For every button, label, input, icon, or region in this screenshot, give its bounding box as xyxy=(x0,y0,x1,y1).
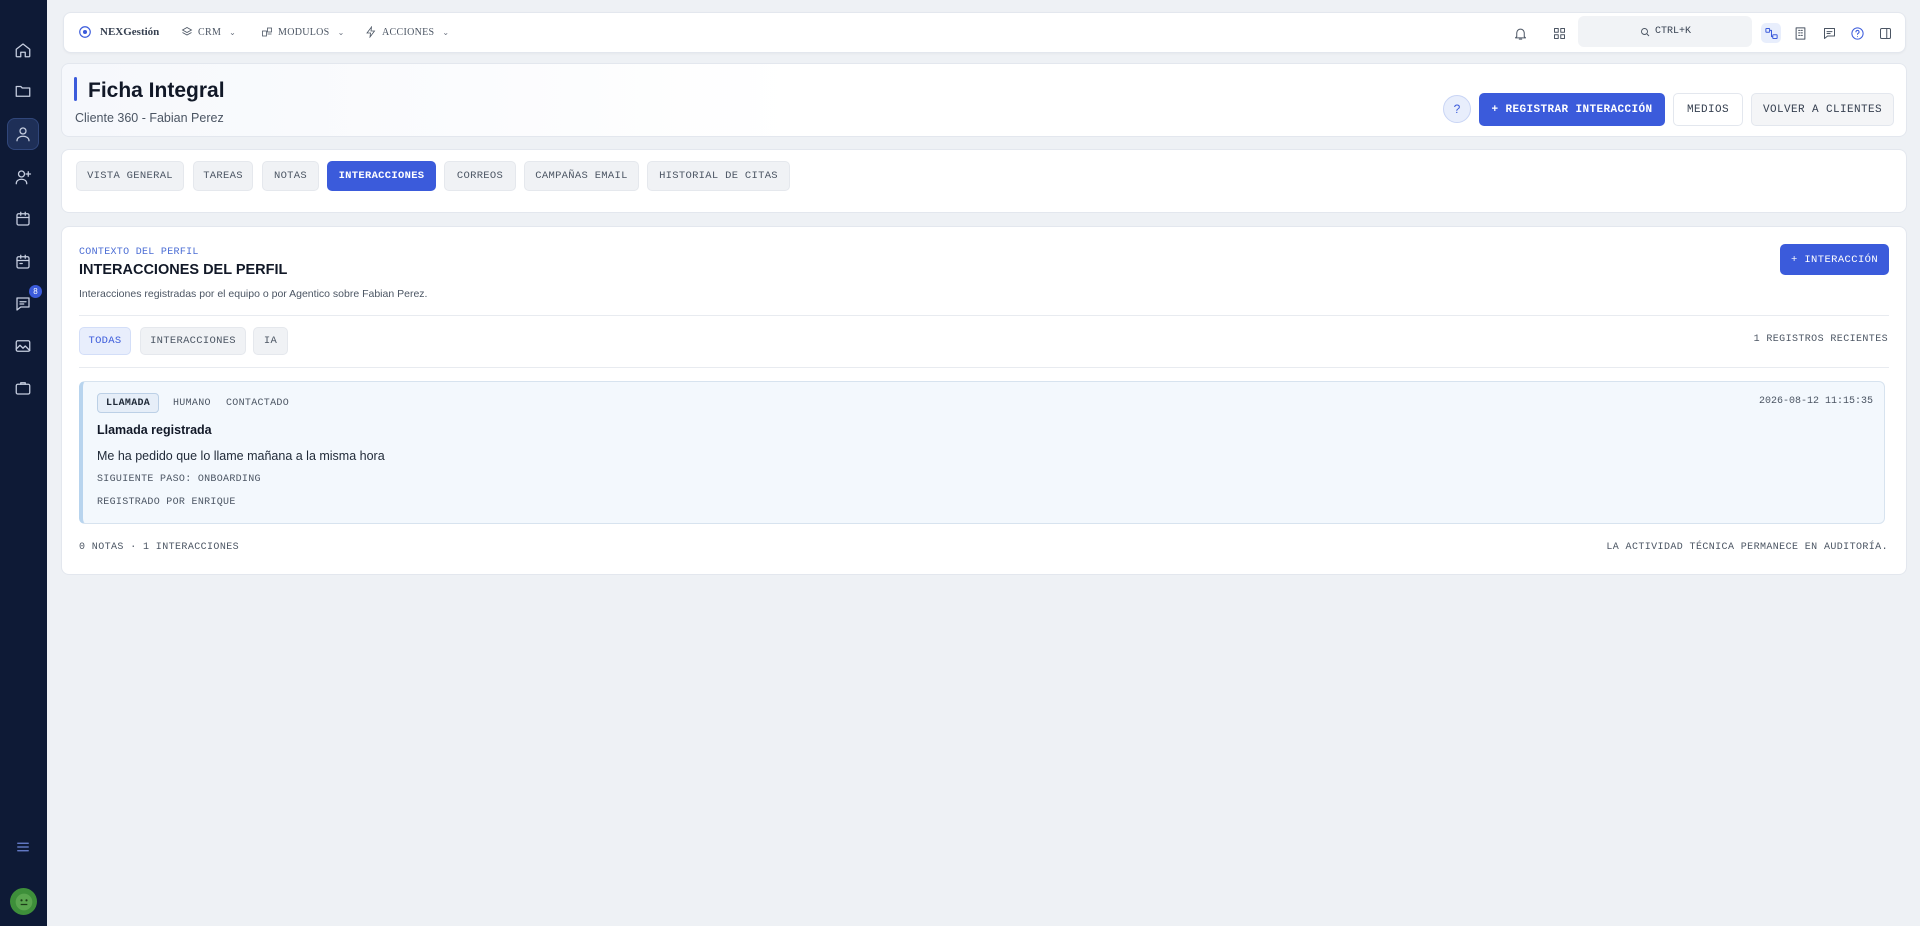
divider xyxy=(79,367,1889,368)
sidebar: 8 xyxy=(0,0,47,926)
interactions-panel: CONTEXTO DEL PERFIL INTERACCIONES DEL PE… xyxy=(61,226,1907,575)
bolt-icon xyxy=(366,26,376,38)
tab-interacciones[interactable]: INTERACCIONES xyxy=(327,161,436,191)
page-subtitle: Cliente 360 - Fabian Perez xyxy=(75,111,224,125)
logo-icon xyxy=(79,26,91,38)
sidebar-item-home[interactable] xyxy=(7,34,39,66)
messages-button[interactable] xyxy=(1819,23,1839,43)
top-bar: NEXGestión CRM ⌄ MODULOS ⌄ ACCIONES ⌄ CT… xyxy=(63,12,1906,53)
modules-icon xyxy=(262,27,272,37)
layers-icon xyxy=(181,27,193,36)
workflow-icon xyxy=(1764,27,1778,39)
interaction-status: CONTACTADO xyxy=(226,397,290,409)
search-button[interactable]: CTRL+K xyxy=(1578,16,1752,47)
notifications-button[interactable] xyxy=(1510,23,1530,43)
messages-badge: 8 xyxy=(29,285,42,298)
register-interaction-button[interactable]: + REGISTRAR INTERACCIÓN xyxy=(1479,93,1665,126)
search-shortcut: CTRL+K xyxy=(1654,26,1691,37)
briefcase-icon xyxy=(15,382,31,395)
brand[interactable]: NEXGestión xyxy=(78,25,159,39)
chevron-down-icon: ⌄ xyxy=(442,27,450,37)
interaction-title: Llamada registrada xyxy=(97,423,212,437)
interaction-body: Me ha pedido que lo llame mañana a la mi… xyxy=(97,449,385,463)
menu-modulos[interactable]: MODULOS ⌄ xyxy=(261,26,345,38)
back-to-clients-button[interactable]: VOLVER A CLIENTES xyxy=(1751,93,1894,126)
sidebar-menu-toggle[interactable] xyxy=(7,831,39,863)
grid-icon xyxy=(1553,27,1565,39)
interaction-entry[interactable]: LLAMADA HUMANO CONTACTADO 2026-08-12 11:… xyxy=(79,381,1885,524)
filter-ia[interactable]: IA xyxy=(253,327,288,355)
section-eyebrow: CONTEXTO DEL PERFIL xyxy=(79,247,199,258)
message-icon xyxy=(1823,27,1835,39)
image-icon xyxy=(15,340,31,352)
chevron-down-icon: ⌄ xyxy=(229,27,237,37)
sidebar-item-media[interactable] xyxy=(7,330,39,362)
chevron-down-icon: ⌄ xyxy=(337,27,345,37)
sidebar-item-agenda[interactable] xyxy=(7,246,39,278)
interaction-registered-by: REGISTRADO POR ENRIQUE xyxy=(97,497,236,508)
user-avatar-icon xyxy=(15,893,32,910)
company-button[interactable] xyxy=(1790,23,1810,43)
apps-button[interactable] xyxy=(1549,23,1569,43)
menu-crm-label: CRM xyxy=(198,26,222,38)
recent-count: 1 REGISTROS RECIENTES xyxy=(1753,334,1888,345)
calendar-alt-icon xyxy=(16,254,30,269)
tab-campanas-email[interactable]: CAMPAÑAS EMAIL xyxy=(524,161,639,191)
section-title: INTERACCIONES DEL PERFIL xyxy=(79,262,288,278)
interaction-type-badge: LLAMADA xyxy=(97,393,160,413)
page-help-button[interactable]: ? xyxy=(1443,95,1471,123)
hamburger-icon xyxy=(17,842,29,852)
bell-icon xyxy=(1514,28,1526,40)
profile-tabs: VISTA GENERAL TAREAS NOTAS INTERACCIONES… xyxy=(61,149,1907,213)
avatar[interactable] xyxy=(10,888,37,915)
interaction-date: 2026-08-12 11:15:35 xyxy=(1758,396,1873,407)
activity-counts: 0 NOTAS · 1 INTERACCIONES xyxy=(79,542,240,553)
interaction-next-step: SIGUIENTE PASO: ONBOARDING xyxy=(97,474,261,485)
sidebar-item-files[interactable] xyxy=(7,75,39,107)
tab-vista-general[interactable]: VISTA GENERAL xyxy=(76,161,184,191)
building-icon xyxy=(1795,26,1805,40)
media-button[interactable]: MEDIOS xyxy=(1673,93,1743,126)
sidebar-item-add-user[interactable] xyxy=(7,161,39,193)
user-plus-icon xyxy=(15,170,32,185)
audit-note: LA ACTIVIDAD TÉCNICA PERMANECE EN AUDITO… xyxy=(1606,542,1888,553)
filter-todas[interactable]: TODAS xyxy=(79,327,131,355)
section-description: Interacciones registradas por el equipo … xyxy=(79,288,428,300)
add-interaction-button[interactable]: + INTERACCIÓN xyxy=(1780,244,1889,275)
page-title: Ficha Integral xyxy=(88,79,225,102)
title-accent-bar xyxy=(74,77,77,101)
help-button[interactable] xyxy=(1847,23,1867,43)
help-circle-icon xyxy=(1850,26,1864,40)
sidebar-item-calendar[interactable] xyxy=(7,203,39,235)
panel-toggle-button[interactable] xyxy=(1875,23,1895,43)
search-icon xyxy=(1641,27,1650,36)
menu-acciones-label: ACCIONES xyxy=(382,26,435,38)
sidebar-item-clients[interactable] xyxy=(7,118,39,150)
menu-acciones[interactable]: ACCIONES ⌄ xyxy=(365,26,449,38)
chat-icon xyxy=(16,297,30,311)
menu-crm[interactable]: CRM ⌄ xyxy=(181,26,236,38)
interaction-origin: HUMANO xyxy=(173,397,211,409)
sidebar-item-business[interactable] xyxy=(7,372,39,404)
workflow-button[interactable] xyxy=(1761,23,1781,43)
menu-modulos-label: MODULOS xyxy=(278,26,330,38)
tab-correos[interactable]: CORREOS xyxy=(444,161,516,191)
home-icon xyxy=(15,43,31,58)
brand-name: NEXGestión xyxy=(100,26,160,38)
divider xyxy=(79,315,1889,316)
page-header: Ficha Integral Cliente 360 - Fabian Pere… xyxy=(61,63,1907,137)
tab-historial-citas[interactable]: HISTORIAL DE CITAS xyxy=(647,161,790,191)
calendar-icon xyxy=(16,211,30,226)
filter-interacciones[interactable]: INTERACCIONES xyxy=(140,327,246,355)
sidebar-panel-icon xyxy=(1879,27,1891,39)
tab-tareas[interactable]: TAREAS xyxy=(193,161,253,191)
folder-icon xyxy=(15,85,31,97)
user-icon xyxy=(16,127,30,142)
tab-notas[interactable]: NOTAS xyxy=(262,161,319,191)
